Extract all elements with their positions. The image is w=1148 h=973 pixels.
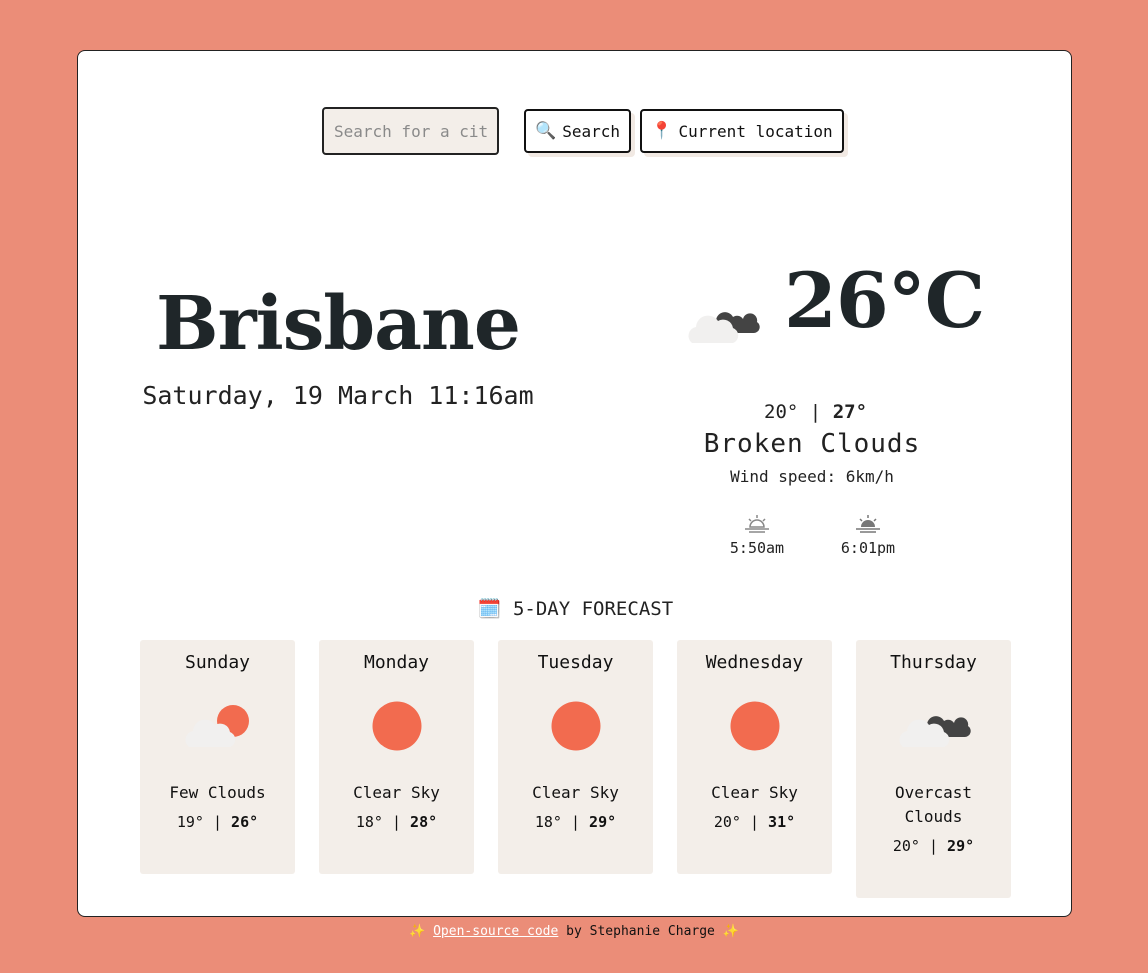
forecast-description: Clear Sky bbox=[711, 783, 798, 802]
forecast-min: 18° bbox=[534, 813, 562, 831]
forecast-max: 29° bbox=[947, 837, 975, 855]
footer-author: by Stephanie Charge bbox=[566, 924, 715, 939]
forecast-day-name: Wednesday bbox=[705, 652, 804, 673]
separator: | bbox=[809, 401, 822, 423]
sun-icon bbox=[677, 691, 832, 761]
sunset-icon bbox=[856, 515, 880, 533]
search-button-label: Search bbox=[562, 121, 620, 141]
sunset-time: 6:01pm bbox=[840, 539, 896, 557]
broken-clouds-icon bbox=[688, 312, 760, 343]
sun-icon bbox=[319, 691, 474, 761]
forecast-day-sunday: Sunday Few Clouds 19° | 26° bbox=[140, 640, 295, 874]
current-max: 27° bbox=[832, 401, 868, 423]
forecast-min: 19° bbox=[176, 813, 204, 831]
forecast-max: 28° bbox=[410, 813, 438, 831]
forecast-description: Clear Sky bbox=[353, 783, 440, 802]
forecast-temps: 20° | 29° bbox=[856, 837, 1011, 855]
sunrise-time: 5:50am bbox=[729, 539, 785, 557]
sun-icon bbox=[498, 691, 653, 761]
forecast-temps: 20° | 31° bbox=[677, 813, 832, 831]
forecast-min: 20° bbox=[892, 837, 920, 855]
magnifier-icon: 🔍 bbox=[535, 120, 557, 141]
search-button[interactable]: 🔍 Search bbox=[524, 109, 631, 153]
current-min: 20° bbox=[764, 401, 799, 423]
forecast-day-thursday: Thursday Overcast Clouds 20° | 29° bbox=[856, 640, 1011, 898]
current-datetime: Saturday, 19 March 11:16am bbox=[142, 381, 534, 410]
sparkle-icon: ✨ bbox=[722, 924, 739, 939]
forecast-title: 🗓️ 5-DAY FORECAST bbox=[78, 597, 1073, 620]
forecast-max: 31° bbox=[768, 813, 796, 831]
forecast-min: 18° bbox=[355, 813, 383, 831]
current-temperature: 26°C bbox=[784, 256, 985, 345]
separator: | bbox=[749, 813, 760, 831]
open-source-link[interactable]: Open-source code bbox=[433, 924, 558, 939]
sunrise-icon bbox=[745, 515, 769, 533]
forecast-max: 26° bbox=[231, 813, 259, 831]
forecast-day-name: Tuesday bbox=[537, 652, 614, 673]
forecast-day-wednesday: Wednesday Clear Sky 20° | 31° bbox=[677, 640, 832, 874]
forecast-temps: 19° | 26° bbox=[140, 813, 295, 831]
current-description: Broken Clouds bbox=[703, 429, 921, 459]
current-location-label: Current location bbox=[678, 121, 833, 141]
weather-card: 🔍 Search 📍 Current location Brisbane Sat… bbox=[77, 50, 1072, 917]
calendar-icon: 🗓️ bbox=[477, 598, 502, 620]
few-clouds-icon bbox=[140, 691, 295, 761]
forecast-day-name: Thursday bbox=[890, 652, 977, 673]
current-location-button[interactable]: 📍 Current location bbox=[640, 109, 844, 153]
city-name: Brisbane bbox=[156, 281, 521, 367]
separator: | bbox=[391, 813, 402, 831]
separator: | bbox=[570, 813, 581, 831]
forecast-description: Overcast Clouds bbox=[894, 783, 973, 826]
footer: ✨ Open-source code by Stephanie Charge ✨ bbox=[0, 924, 1148, 939]
forecast-day-monday: Monday Clear Sky 18° | 28° bbox=[319, 640, 474, 874]
search-input[interactable] bbox=[322, 107, 499, 155]
forecast-description: Clear Sky bbox=[532, 783, 619, 802]
pin-icon: 📍 bbox=[651, 120, 673, 141]
sunset: 6:01pm bbox=[828, 513, 908, 557]
forecast-day-tuesday: Tuesday Clear Sky 18° | 29° bbox=[498, 640, 653, 874]
forecast-temps: 18° | 28° bbox=[319, 813, 474, 831]
overcast-clouds-icon bbox=[856, 691, 1011, 761]
forecast-description: Few Clouds bbox=[169, 783, 266, 802]
forecast-temps: 18° | 29° bbox=[498, 813, 653, 831]
forecast-day-name: Sunday bbox=[184, 652, 251, 673]
forecast-max: 29° bbox=[589, 813, 617, 831]
forecast-title-label: 5-DAY FORECAST bbox=[512, 598, 674, 620]
forecast-min: 20° bbox=[713, 813, 741, 831]
separator: | bbox=[212, 813, 223, 831]
separator: | bbox=[928, 837, 939, 855]
wind-speed: Wind speed: 6km/h bbox=[730, 467, 894, 486]
forecast-day-name: Monday bbox=[363, 652, 430, 673]
sunrise: 5:50am bbox=[717, 513, 797, 557]
sparkle-icon: ✨ bbox=[409, 924, 426, 939]
